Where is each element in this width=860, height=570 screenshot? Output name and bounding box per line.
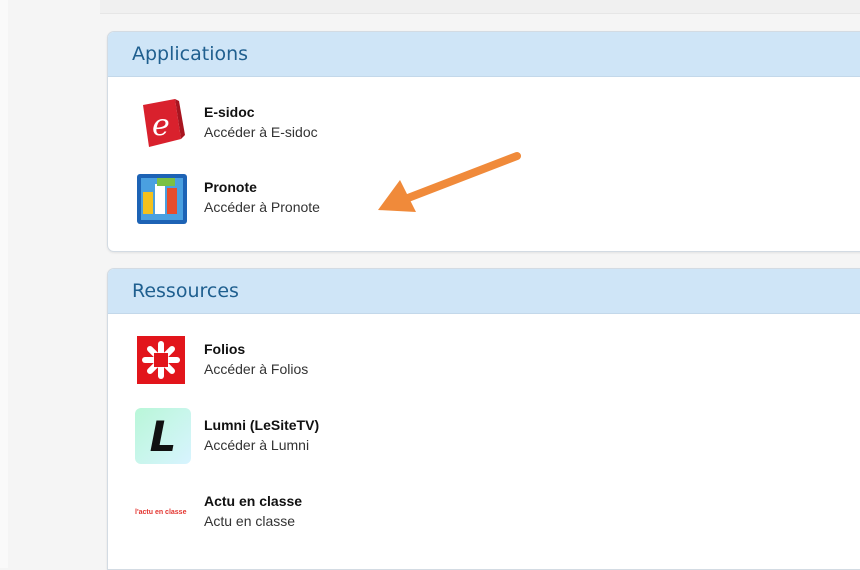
app-item-pronote[interactable]: Pronote Accéder à Pronote <box>135 168 320 228</box>
top-bar <box>100 0 860 14</box>
app-link[interactable]: Accéder à E-sidoc <box>204 121 318 143</box>
resources-header: Ressources <box>108 269 860 314</box>
applications-header: Applications <box>108 32 860 77</box>
lumni-logo-letter: L <box>149 411 177 461</box>
resource-link[interactable]: Actu en classe <box>204 510 302 532</box>
pronote-logo-icon <box>135 170 191 226</box>
resource-link[interactable]: Accéder à Folios <box>204 358 308 380</box>
page-left-edge <box>0 0 8 568</box>
actu-en-classe-logo-icon: l'actu en classe <box>135 484 191 540</box>
resources-panel: Ressources Folios Accéder à Folios L Lum… <box>107 268 860 570</box>
esidoc-logo-icon: e <box>135 95 191 151</box>
resource-item-folios[interactable]: Folios Accéder à Folios <box>135 330 308 390</box>
resource-title: Lumni (LeSiteTV) <box>204 417 320 433</box>
app-title: E-sidoc <box>204 104 255 120</box>
app-item-esidoc[interactable]: e E-sidoc Accéder à E-sidoc <box>135 93 318 153</box>
app-title: Pronote <box>204 179 257 195</box>
orange-arrow-icon <box>378 152 521 212</box>
resource-title: Actu en classe <box>204 493 303 509</box>
resource-link[interactable]: Accéder à Lumni <box>204 434 319 456</box>
applications-title: Applications <box>132 43 249 65</box>
lumni-logo-icon: L <box>135 408 191 464</box>
resources-title: Ressources <box>132 280 239 302</box>
resource-item-lumni[interactable]: L Lumni (LeSiteTV) Accéder à Lumni <box>135 406 319 466</box>
app-link[interactable]: Accéder à Pronote <box>204 196 320 218</box>
resource-item-actu-en-classe[interactable]: l'actu en classe Actu en classe Actu en … <box>135 482 302 542</box>
actu-logo-text: l'actu en classe <box>135 508 187 516</box>
svg-text:e: e <box>152 108 170 143</box>
folios-logo-icon <box>135 332 191 388</box>
resource-title: Folios <box>204 341 246 357</box>
